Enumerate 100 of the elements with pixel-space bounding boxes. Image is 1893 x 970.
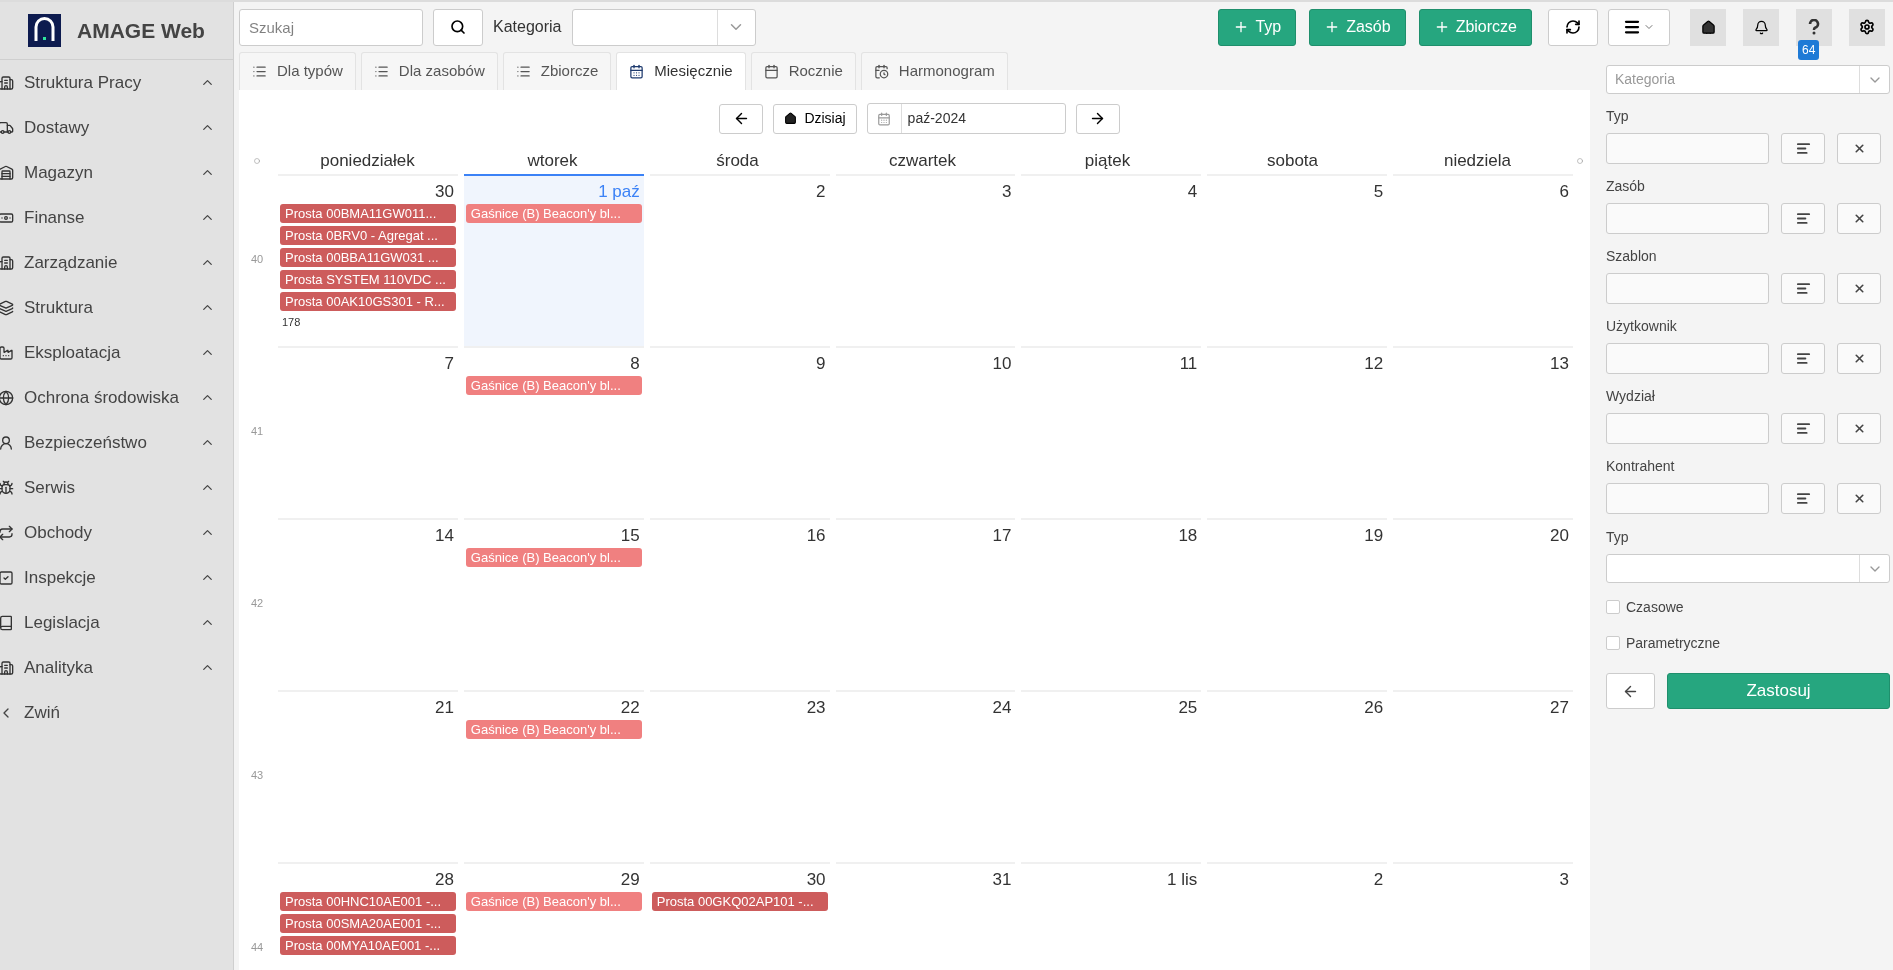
home-button[interactable] xyxy=(1690,8,1726,46)
sidebar-item[interactable]: Eksploatacja xyxy=(0,330,233,375)
search-field[interactable]: Szukaj xyxy=(239,8,423,46)
sidebar-item[interactable]: Struktura Pracy xyxy=(0,60,233,105)
filter-label: Kontrahent xyxy=(1606,457,1676,476)
filter-field[interactable] xyxy=(1606,343,1769,374)
sidebar-item[interactable]: Zarządzanie xyxy=(0,240,233,285)
close-icon xyxy=(1852,422,1866,435)
week-number: 44 xyxy=(250,940,264,956)
weekday-header: czwartek xyxy=(888,150,957,172)
sidebar-item[interactable]: Ochrona środowiska xyxy=(0,375,233,420)
day-number: 30 xyxy=(434,180,454,203)
previous-month-button[interactable] xyxy=(719,103,764,134)
clear-button[interactable] xyxy=(1837,133,1881,164)
choose-button[interactable] xyxy=(1781,483,1825,514)
settings-button[interactable] xyxy=(1849,8,1885,46)
sidebar-item[interactable]: Serwis xyxy=(0,465,233,510)
choose-button[interactable] xyxy=(1781,133,1825,164)
day-number: 18 xyxy=(1178,524,1198,547)
view-tab[interactable]: Dla typów xyxy=(239,52,356,90)
choose-button[interactable] xyxy=(1781,413,1825,444)
day-number: 28 xyxy=(434,868,454,891)
filter-field[interactable] xyxy=(1606,273,1769,304)
filter-field[interactable] xyxy=(1606,483,1769,514)
view-tab[interactable]: Harmonogram xyxy=(860,52,1008,90)
checkbox[interactable] xyxy=(1606,600,1620,614)
sidebar-item[interactable]: Dostawy xyxy=(0,105,233,150)
choose-button[interactable] xyxy=(1781,343,1825,374)
collapse-label: Zwiń xyxy=(24,701,60,724)
list-icon xyxy=(515,64,531,79)
event-chip[interactable]: Prosta 00SMA20AE001 -... xyxy=(280,914,456,933)
day-number: 21 xyxy=(434,696,454,719)
clear-button[interactable] xyxy=(1837,483,1881,514)
day-number: 1 paź xyxy=(598,180,640,203)
sidebar-item[interactable]: Inspekcje xyxy=(0,555,233,600)
event-chip[interactable]: Prosta 00HNC10AE001 -... xyxy=(280,892,456,911)
checkbox[interactable] xyxy=(1606,636,1620,650)
sidebar-item[interactable]: Magazyn xyxy=(0,150,233,195)
sidebar-item[interactable]: Obchody xyxy=(0,510,233,555)
view-tab[interactable]: Rocznie xyxy=(750,52,856,90)
event-chip[interactable]: Prosta SYSTEM 110VDC ... xyxy=(280,270,456,289)
sidebar-item[interactable]: Struktura xyxy=(0,285,233,330)
filter-label: Zasób xyxy=(1606,177,1646,196)
view-tab[interactable]: Zbiorcze xyxy=(502,52,612,90)
sidebar-item[interactable]: Analityka xyxy=(0,645,233,690)
building-icon xyxy=(0,659,14,676)
event-chip[interactable]: Prosta 00BBA11GW031 ... xyxy=(280,248,456,267)
day-number: 10 xyxy=(992,352,1012,375)
type-select[interactable] xyxy=(1606,554,1890,583)
more-count: 178 xyxy=(281,315,302,330)
sidebar-item[interactable]: Finanse xyxy=(0,195,233,240)
choose-button[interactable] xyxy=(1781,273,1825,304)
close-icon xyxy=(1852,282,1866,295)
clear-button[interactable] xyxy=(1837,273,1881,304)
checkbox-label: Parametryczne xyxy=(1626,633,1721,653)
view-tab[interactable]: Dla zasobów xyxy=(360,52,498,90)
bug-icon xyxy=(0,479,14,496)
back-button[interactable] xyxy=(1606,673,1655,709)
event-chip[interactable]: Prosta 00GKQ02AP101 -... xyxy=(651,892,828,911)
clear-button[interactable] xyxy=(1837,413,1881,444)
view-tab[interactable]: Miesięcznie xyxy=(616,52,746,90)
day-number: 8 xyxy=(630,352,640,375)
next-month-button[interactable] xyxy=(1075,103,1120,134)
list-icon xyxy=(1795,211,1811,226)
filter-field[interactable] xyxy=(1606,133,1769,164)
today-button[interactable]: Dzisiaj xyxy=(773,103,857,134)
collapse-item[interactable]: Zwiń xyxy=(0,690,233,735)
month-field[interactable]: paź-2024 xyxy=(866,103,1066,134)
clear-button[interactable] xyxy=(1837,343,1881,374)
menu-button[interactable] xyxy=(1608,8,1670,46)
sidebar-item[interactable]: Bezpieczeństwo xyxy=(0,420,233,465)
clear-button[interactable] xyxy=(1837,203,1881,234)
day-number: 16 xyxy=(806,524,826,547)
filter-label: Szablon xyxy=(1606,247,1658,266)
event-chip[interactable]: Prosta 0BRV0 - Agregat ... xyxy=(280,226,456,245)
notifications-button[interactable] xyxy=(1743,8,1779,46)
warehouse-icon xyxy=(0,164,14,181)
notification-badge: 64 xyxy=(1798,39,1820,60)
category-label: Kategoria xyxy=(493,17,562,37)
event-chip[interactable]: Prosta 00MYA10AE001 -... xyxy=(280,936,456,955)
select-placeholder: Kategoria xyxy=(1615,71,1675,87)
sidebar-label: Magazyn xyxy=(24,161,94,184)
month-value: paź-2024 xyxy=(906,109,966,128)
close-icon xyxy=(1852,212,1866,225)
filter-field[interactable] xyxy=(1606,203,1769,234)
filter-field[interactable] xyxy=(1606,413,1769,444)
day-number: 14 xyxy=(434,524,454,547)
dot-icon xyxy=(254,157,260,164)
choose-button[interactable] xyxy=(1781,203,1825,234)
refresh-button[interactable] xyxy=(1548,8,1598,46)
sidebar-label: Ochrona środowiska xyxy=(24,386,180,409)
event-chip[interactable]: Prosta 00AK10GS301 - R... xyxy=(280,292,456,311)
category-select[interactable] xyxy=(571,8,756,46)
day-number: 27 xyxy=(1550,696,1569,719)
help-button[interactable] xyxy=(1796,8,1832,46)
event-chip[interactable]: Prosta 00BMA11GW011... xyxy=(280,204,456,223)
day-number: 23 xyxy=(806,696,826,719)
day-number: 30 xyxy=(806,868,826,891)
search-button[interactable] xyxy=(433,8,483,46)
sidebar-item[interactable]: Legislacja xyxy=(0,600,233,645)
